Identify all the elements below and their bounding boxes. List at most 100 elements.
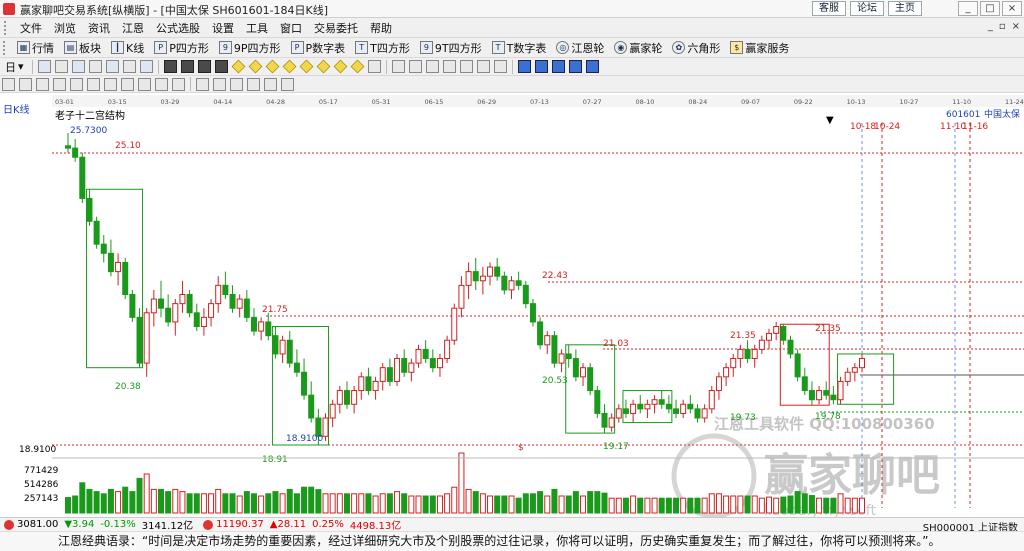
menu-formula[interactable]: 公式选股: [150, 20, 206, 36]
mdi-restore-icon[interactable]: ▫: [999, 21, 1006, 32]
winner-wheel-button[interactable]: ◉ 赢家轮: [609, 40, 667, 56]
layers-icon[interactable]: [230, 77, 243, 91]
cross-icon[interactable]: [408, 60, 422, 73]
calendar-icon[interactable]: [517, 60, 531, 73]
last-icon[interactable]: [214, 60, 228, 73]
menu-gann[interactable]: 江恩: [116, 20, 150, 36]
kline-button[interactable]: ┃ K线: [106, 40, 149, 56]
menu-browse[interactable]: 浏览: [48, 20, 82, 36]
diamond-icon[interactable]: [350, 59, 364, 74]
settings-icon[interactable]: [568, 60, 582, 73]
close-button[interactable]: ×: [1002, 1, 1022, 16]
maximize-button[interactable]: □: [980, 1, 1000, 16]
channel-icon[interactable]: [172, 77, 185, 91]
9t-square-button[interactable]: 9 9T四方形: [415, 40, 487, 56]
column-icon[interactable]: [105, 60, 119, 73]
t-table-button[interactable]: T T数字表: [487, 40, 552, 56]
angle-icon[interactable]: [70, 77, 83, 91]
first-icon[interactable]: [163, 60, 177, 73]
arc-icon[interactable]: [155, 77, 168, 91]
candle-body: [580, 367, 587, 378]
menu-window[interactable]: 窗口: [274, 20, 308, 36]
menu-trade[interactable]: 交易委托: [308, 20, 364, 36]
volume-bar: [658, 497, 665, 514]
hexagon-label: 六角形: [687, 41, 721, 55]
diamond-icon[interactable]: [265, 59, 279, 74]
fork-icon[interactable]: [442, 60, 456, 73]
table-icon[interactable]: [264, 77, 277, 91]
chevron-icon[interactable]: [122, 60, 136, 73]
menu-settings[interactable]: 设置: [206, 20, 240, 36]
customer-service-button[interactable]: 客服: [812, 1, 846, 16]
candle-body: [773, 326, 780, 334]
trend-line-icon[interactable]: [425, 60, 439, 73]
9p-square-button[interactable]: 9 9P四方形: [214, 40, 286, 56]
diamond-icon[interactable]: [231, 59, 245, 74]
zoom-icon[interactable]: [37, 60, 51, 73]
spiral-icon[interactable]: [121, 77, 134, 91]
kline-chart[interactable]: 03-01 03-15 03-29 04-14 04-28 05-17 05-31 06-15…: [0, 93, 1024, 517]
fibonacci-icon[interactable]: [493, 60, 507, 73]
list-icon[interactable]: [88, 60, 102, 73]
gann-wheel-button[interactable]: ◎ 江恩轮: [551, 40, 609, 56]
menu-info[interactable]: 资讯: [82, 20, 116, 36]
cycle-icon[interactable]: [54, 60, 68, 73]
bar-icon[interactable]: [71, 60, 85, 73]
arrow-icon[interactable]: [476, 60, 490, 73]
candle-body: [115, 261, 122, 273]
help-icon[interactable]: [585, 60, 599, 73]
eraser-icon[interactable]: [196, 77, 209, 91]
toolbar-grip: [3, 40, 9, 55]
candle-body: [665, 403, 672, 410]
hand-icon[interactable]: [391, 60, 405, 73]
price-cycle-icon[interactable]: [104, 77, 117, 91]
sectors-button[interactable]: ▤ 板块: [59, 40, 106, 56]
candle-body: [258, 321, 265, 332]
prev-icon[interactable]: [180, 60, 194, 73]
ellipse-icon[interactable]: [138, 77, 151, 91]
dropdown-arrow[interactable]: ▼: [826, 115, 834, 126]
gann-box-icon[interactable]: [19, 77, 32, 91]
candle-body: [851, 367, 858, 373]
t-square-label: T四方形: [370, 41, 410, 55]
square-icon[interactable]: [53, 77, 66, 91]
service-button[interactable]: $ 赢家服务: [725, 40, 794, 56]
volume-bar: [193, 493, 200, 514]
gann-fan-icon[interactable]: [2, 77, 15, 91]
menu-file[interactable]: 文件: [14, 20, 48, 36]
volume-bar: [343, 493, 350, 514]
t-square-button[interactable]: T T四方形: [350, 40, 415, 56]
hexagon-button[interactable]: ✿ 六角形: [667, 40, 725, 56]
infinity-icon[interactable]: [281, 77, 294, 91]
menu-tools[interactable]: 工具: [240, 20, 274, 36]
forum-button[interactable]: 论坛: [850, 1, 884, 16]
minimize-button[interactable]: _: [958, 1, 978, 16]
quotes-button[interactable]: ▦ 行情: [12, 40, 59, 56]
diamond-icon[interactable]: [316, 59, 330, 74]
lock-icon[interactable]: [213, 77, 226, 91]
next-icon[interactable]: [197, 60, 211, 73]
zero-icon[interactable]: [139, 60, 153, 73]
color-icon[interactable]: [247, 77, 260, 91]
diamond-icon[interactable]: [333, 59, 347, 74]
mdi-close-icon[interactable]: ×: [1012, 21, 1020, 32]
grid-icon: ▦: [17, 41, 30, 54]
grid-icon[interactable]: [367, 60, 381, 73]
p-table-button[interactable]: P P数字表: [286, 40, 351, 56]
homepage-button[interactable]: 主页: [888, 1, 922, 16]
save-icon[interactable]: [534, 60, 548, 73]
volume-bar: [830, 497, 837, 514]
menu-help[interactable]: 帮助: [364, 20, 398, 36]
time-cycle-icon[interactable]: [87, 77, 100, 91]
candle-body: [444, 339, 451, 360]
text-icon[interactable]: [459, 60, 473, 73]
print-icon[interactable]: [551, 60, 565, 73]
p-square-button[interactable]: P P四方形: [149, 40, 214, 56]
day-select[interactable]: 日 ▾: [0, 59, 29, 75]
diamond-icon[interactable]: [299, 59, 313, 74]
mdi-minimize-icon[interactable]: _: [988, 21, 993, 32]
gann-grid-icon[interactable]: [36, 77, 49, 91]
box6-top-label: 21.35: [815, 324, 841, 334]
diamond-icon[interactable]: [282, 59, 296, 74]
diamond-icon[interactable]: [248, 59, 262, 74]
